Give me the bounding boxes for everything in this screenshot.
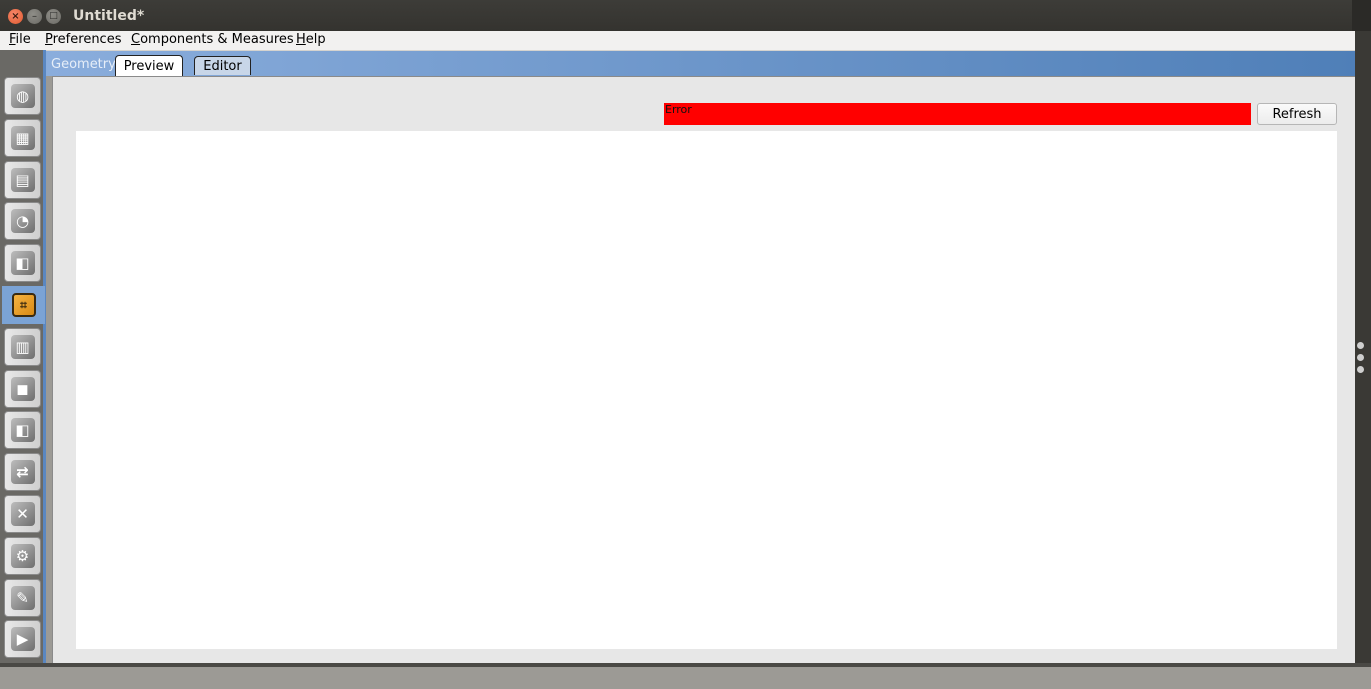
sidebar-tab-variables-x[interactable]: ✕	[4, 495, 41, 533]
title-bar-edge	[1352, 0, 1371, 31]
menu-help-label: elp	[305, 32, 326, 47]
sidebar-tab-measures-scroll[interactable]: ✎	[4, 578, 41, 617]
menu-preferences[interactable]: Preferences	[45, 32, 121, 47]
sidebar-tab-constructions-bricks[interactable]: ▤	[4, 160, 41, 199]
sidebar-tab-schedules-calendar[interactable]: ▦	[4, 118, 41, 157]
space-types-cube-icon: ◧	[10, 251, 35, 276]
window-title: Untitled*	[73, 8, 145, 24]
menu-components-label: omponents & Measures	[140, 32, 294, 47]
maximize-icon: □	[49, 11, 58, 21]
resize-grip-icon[interactable]	[1357, 342, 1367, 378]
run-simulation-play-icon: ▶	[10, 627, 35, 652]
sidebar-tab-thermal-zones-cube[interactable]: ◧	[4, 411, 41, 450]
sidebar-tab-hvac-systems-loop[interactable]: ⇄	[4, 453, 41, 492]
sidebar-tab-geometry-floorplan[interactable]: ⌗	[2, 286, 45, 324]
menu-preferences-label: references	[52, 32, 122, 47]
menu-bar: File Preferences Components & Measures H…	[0, 31, 1355, 51]
measures-scroll-icon: ✎	[10, 585, 35, 610]
hvac-systems-loop-icon: ⇄	[10, 460, 35, 485]
sidebar-tab-run-simulation-play[interactable]: ▶	[4, 620, 41, 659]
sidebar-tab-loads-outlet[interactable]: ◔	[4, 202, 41, 241]
right-edge-handle	[1355, 31, 1371, 667]
section-title: Geometry	[51, 57, 116, 72]
thermal-zones-cube-icon: ◧	[10, 418, 35, 443]
close-icon: ×	[11, 10, 20, 22]
spaces-box-icon: ◼	[10, 376, 35, 401]
minimize-window-button[interactable]: –	[27, 9, 42, 24]
geometry-preview-canvas[interactable]	[76, 131, 1337, 649]
refresh-button[interactable]: Refresh	[1257, 103, 1337, 125]
menu-file[interactable]: File	[9, 32, 31, 47]
status-bar	[0, 667, 1371, 689]
facility-building-icon: ▥	[10, 334, 35, 359]
sidebar-tab-space-types-cube[interactable]: ◧	[4, 244, 41, 283]
menu-preferences-accel: P	[45, 32, 53, 47]
sidebar-tab-site-globe[interactable]: ◍	[4, 77, 41, 115]
variables-x-icon: ✕	[10, 502, 35, 526]
site-globe-icon: ◍	[10, 84, 35, 108]
maximize-window-button[interactable]: □	[46, 9, 61, 24]
menu-components-measures[interactable]: Components & Measures	[131, 32, 294, 47]
error-status-bar: Error	[664, 103, 1251, 125]
schedules-calendar-icon: ▦	[10, 125, 35, 150]
close-window-button[interactable]: ×	[8, 9, 23, 24]
title-bar: × – □ Untitled*	[0, 0, 1371, 31]
minimize-icon: –	[32, 10, 37, 22]
sidebar-tab-facility-building[interactable]: ▥	[4, 327, 41, 366]
sidebar-tab-spaces-box[interactable]: ◼	[4, 369, 41, 408]
simulation-settings-gear-icon: ⚙	[10, 543, 35, 568]
menu-components-accel: C	[131, 32, 141, 47]
menu-help-accel: H	[296, 32, 306, 47]
tab-preview[interactable]: Preview	[115, 55, 183, 77]
sidebar-rail	[43, 50, 46, 667]
menu-file-label: ile	[15, 32, 31, 47]
sidebar-tab-simulation-settings-gear[interactable]: ⚙	[4, 536, 41, 575]
loads-outlet-icon: ◔	[10, 209, 35, 234]
constructions-bricks-icon: ▤	[10, 167, 35, 192]
geometry-floorplan-icon: ⌗	[11, 293, 36, 317]
tab-editor[interactable]: Editor	[194, 56, 251, 75]
menu-help[interactable]: Help	[296, 32, 326, 47]
